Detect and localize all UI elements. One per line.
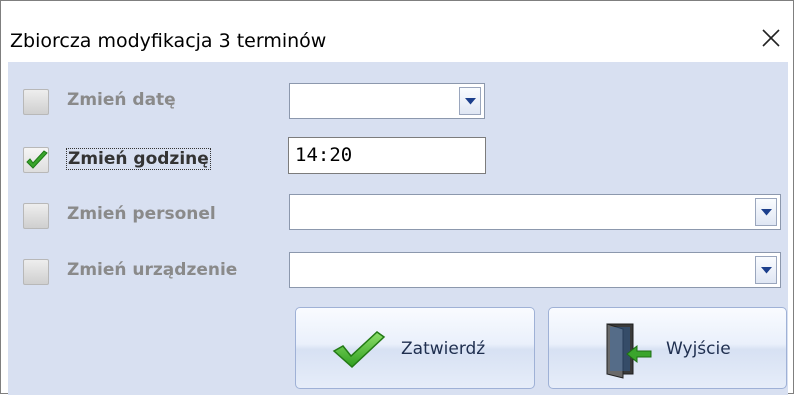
window-title: Zbiorcza modyfikacja 3 terminów bbox=[10, 30, 327, 52]
change-device-checkbox[interactable] bbox=[23, 259, 49, 285]
confirm-button-label: Zatwierdź bbox=[401, 339, 486, 359]
form-panel: Zmień datę Zmień godzinę 14:20 Zmień per… bbox=[8, 62, 788, 395]
exit-door-icon bbox=[606, 323, 652, 379]
dialog-window: Zbiorcza modyfikacja 3 terminów Zmień da… bbox=[0, 0, 794, 395]
checkmark-icon bbox=[26, 150, 48, 169]
time-input[interactable]: 14:20 bbox=[288, 137, 486, 174]
staff-dropdown-button[interactable] bbox=[755, 198, 777, 226]
device-dropdown-button[interactable] bbox=[755, 256, 777, 284]
green-checkmark-icon bbox=[332, 331, 386, 369]
date-dropdown[interactable] bbox=[289, 83, 485, 119]
change-time-checkbox[interactable] bbox=[23, 147, 49, 173]
title-bar: Zbiorcza modyfikacja 3 terminów bbox=[1, 1, 793, 62]
change-staff-checkbox[interactable] bbox=[23, 203, 49, 229]
change-date-label[interactable]: Zmień datę bbox=[67, 90, 176, 110]
staff-dropdown[interactable] bbox=[289, 194, 781, 230]
change-staff-label[interactable]: Zmień personel bbox=[67, 204, 216, 224]
close-icon bbox=[762, 29, 780, 47]
close-button[interactable] bbox=[753, 19, 787, 53]
dropdown-arrow-icon bbox=[761, 209, 772, 216]
change-date-checkbox[interactable] bbox=[23, 89, 49, 115]
dropdown-arrow-icon bbox=[761, 267, 772, 274]
date-dropdown-button[interactable] bbox=[459, 87, 481, 115]
exit-button-label: Wyjście bbox=[666, 339, 731, 359]
change-time-label[interactable]: Zmień godzinę bbox=[66, 148, 211, 170]
dropdown-arrow-icon bbox=[465, 98, 476, 105]
exit-button[interactable]: Wyjście bbox=[548, 307, 787, 389]
change-device-label[interactable]: Zmień urządzenie bbox=[67, 260, 237, 280]
device-dropdown[interactable] bbox=[289, 252, 781, 288]
confirm-button[interactable]: Zatwierdź bbox=[295, 307, 535, 389]
